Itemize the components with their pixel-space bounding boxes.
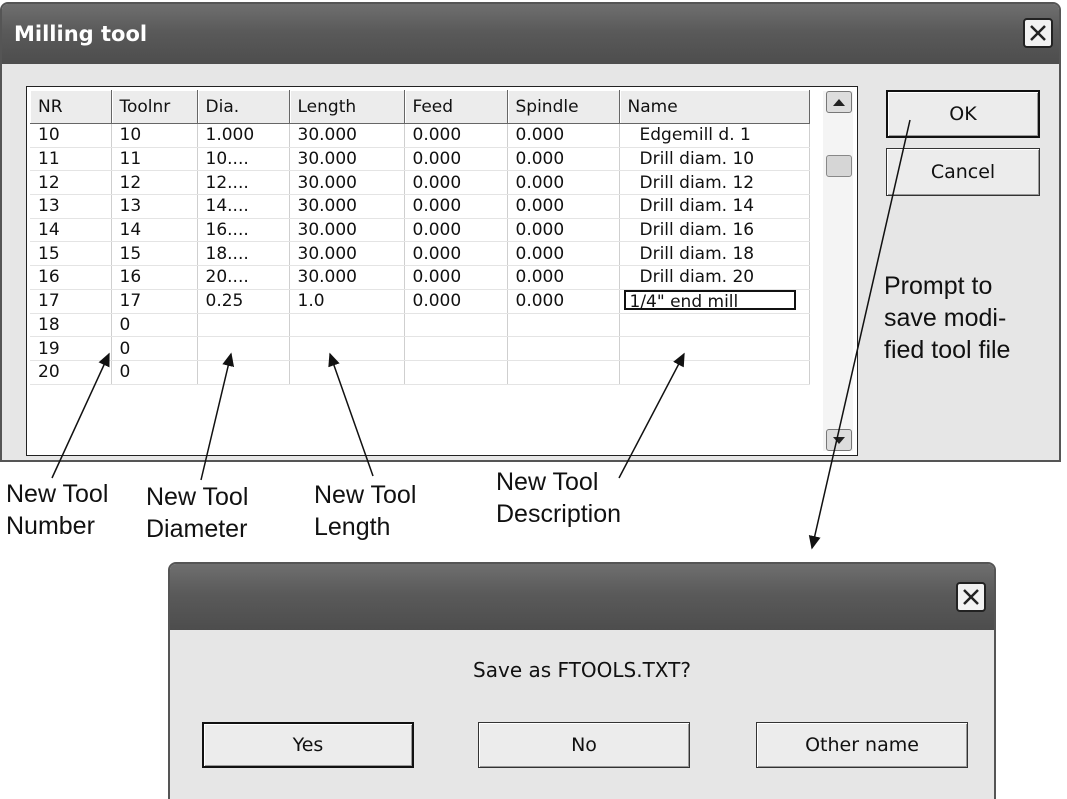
arrow-tool-number (51, 352, 110, 479)
callout-arrows (51, 119, 911, 550)
arrow-tool-description (618, 352, 685, 479)
arrow-tool-diameter (200, 352, 235, 481)
arrow-tool-length (328, 352, 374, 477)
arrow-prompt (808, 119, 911, 550)
